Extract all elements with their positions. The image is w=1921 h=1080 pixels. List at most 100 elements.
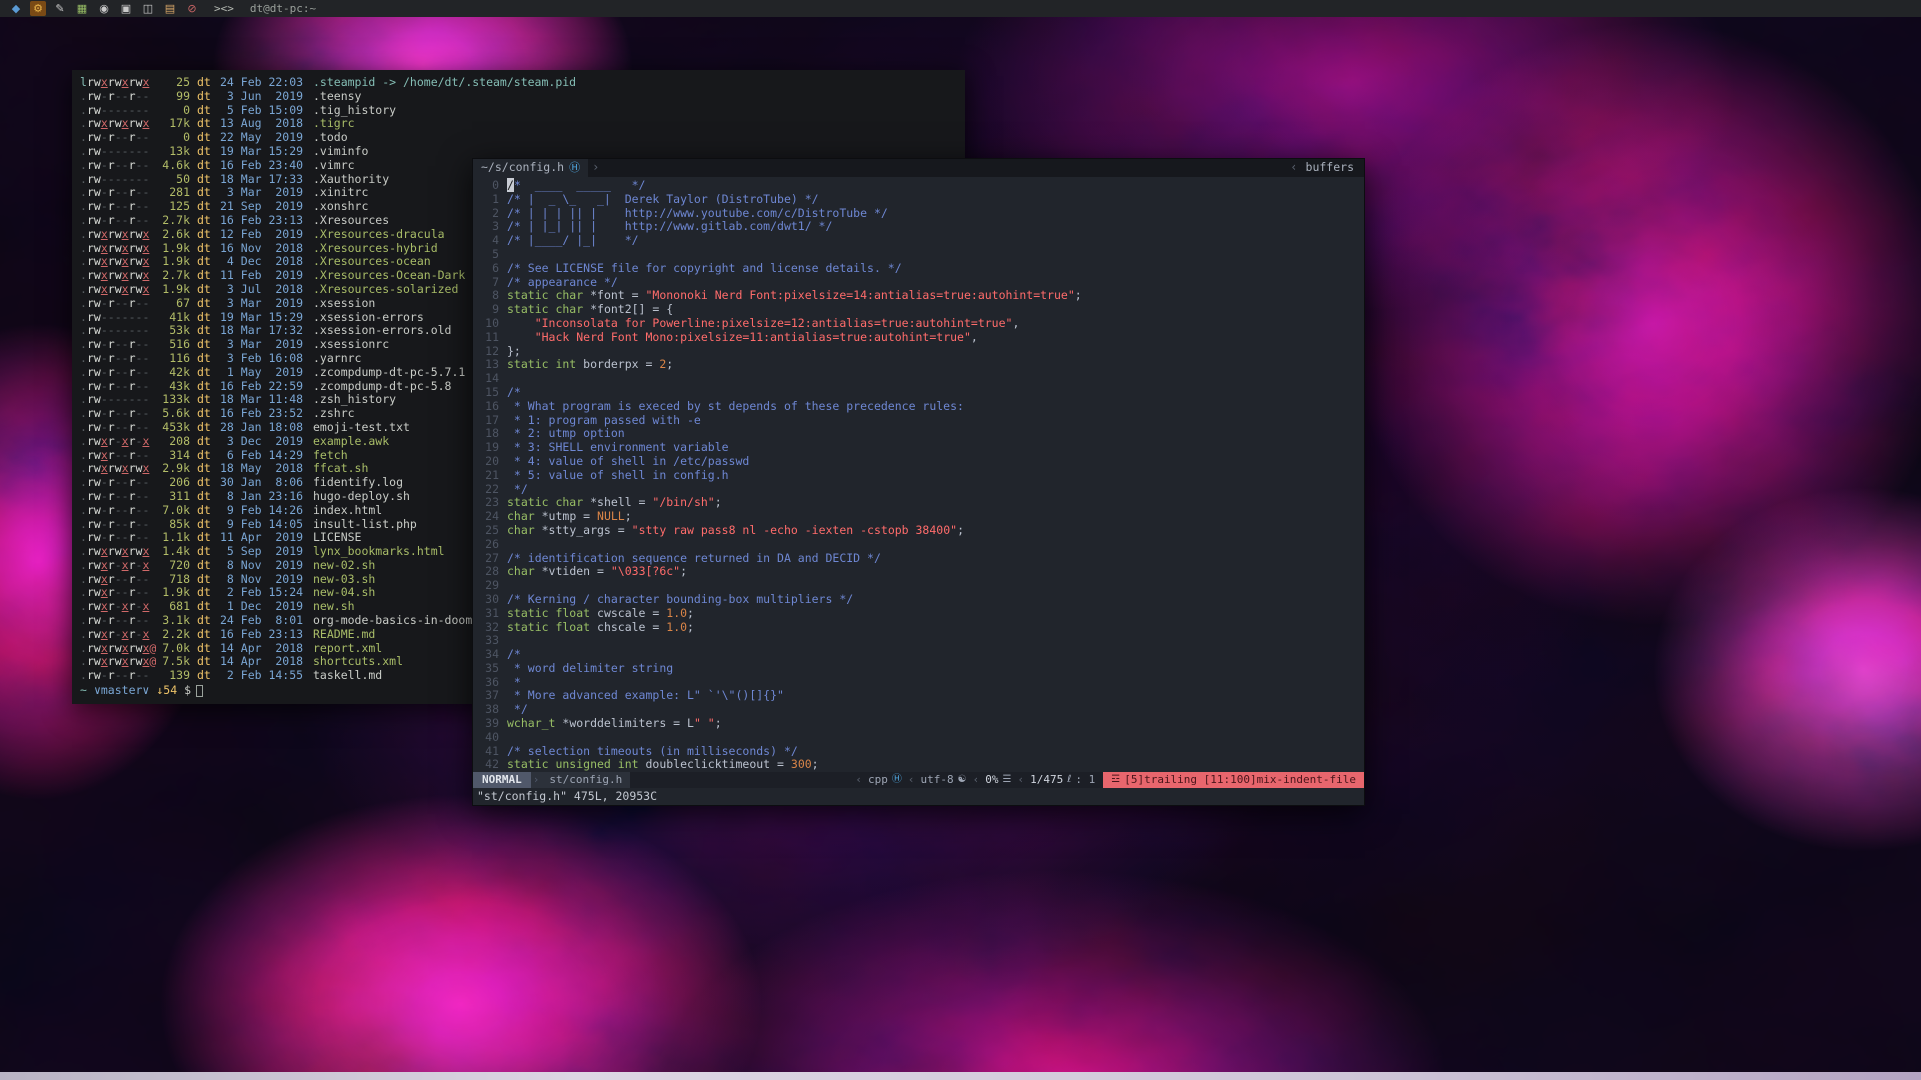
file-size: 25 [160, 76, 190, 90]
monitor-icon[interactable]: ◫ [140, 1, 156, 16]
code-text: static float cwscale = 1.0; [507, 607, 694, 621]
settings-gear-icon[interactable]: ⚙ [30, 1, 46, 16]
file-size: 453k [160, 421, 190, 435]
file-date: 3 Jun 2019 [220, 90, 305, 104]
file-size: 1.1k [160, 531, 190, 545]
file-owner: dt [197, 669, 213, 683]
file-permissions: .rwxrwxrwx [80, 283, 160, 297]
statusline-separator-icon: ‹ [1011, 773, 1030, 787]
line-number: 2 [477, 207, 499, 221]
file-size: 1.9k [160, 283, 190, 297]
code-line: 7/* appearance */ [477, 276, 1364, 290]
file-permissions: .rw-r--r-- [80, 380, 160, 394]
file-owner: dt [197, 297, 213, 311]
file-owner: dt [197, 573, 213, 587]
file-owner: dt [197, 131, 213, 145]
file-name: .xsession-errors.old [313, 324, 451, 338]
file-permissions: .rwxrwxrwx@ [80, 655, 160, 669]
statusline-separator-icon: ‹ [849, 773, 868, 787]
file-permissions: .rw-r--r-- [80, 490, 160, 504]
line-number: 12 [477, 345, 499, 359]
statusline-encoding: utf-8☯ [921, 773, 967, 787]
file-size: 53k [160, 324, 190, 338]
file-permissions: .rwxrwxrwx [80, 242, 160, 256]
code-area[interactable]: 0/* ____ _____ */1/* | _ \_ _| Derek Tay… [473, 177, 1364, 772]
file-date: 21 Sep 2019 [220, 200, 305, 214]
file-date: 11 Apr 2019 [220, 531, 305, 545]
file-size: 718 [160, 573, 190, 587]
statusline: NORMAL › st/config.h ‹ cppⒽ ‹ utf-8☯ ‹ 0… [473, 772, 1364, 788]
file-permissions: .rwxrwxrwx [80, 228, 160, 242]
file-owner: dt [197, 545, 213, 559]
line-number: 32 [477, 621, 499, 635]
code-line: 28char *vtiden = "\033[?6c"; [477, 565, 1364, 579]
file-row: .rw-r--r--0dt22 May 2019.todo [80, 131, 965, 145]
prompt-git-branch: ∨master∨ [94, 684, 149, 698]
folder-icon[interactable]: ▤ [162, 1, 178, 16]
screenshot-icon[interactable]: ▣ [118, 1, 134, 16]
file-date: 16 Feb 23:13 [220, 214, 305, 228]
fish-shell-glyph: ><> [214, 2, 234, 15]
code-text: static char *font = "Mononoki Nerd Font:… [507, 289, 1082, 303]
file-size: 133k [160, 393, 190, 407]
prompt-git-behind-count: ↓54 [156, 684, 177, 698]
top-panel: ◆ ⚙ ✎ ▦ ◉ ▣ ◫ ▤ ⊘ ><> dt@dt-pc:~ [0, 0, 1921, 17]
topbar-icons: ◆ ⚙ ✎ ▦ ◉ ▣ ◫ ▤ ⊘ [8, 1, 200, 16]
file-owner: dt [197, 338, 213, 352]
file-size: 2.2k [160, 628, 190, 642]
code-line: 27/* identification sequence returned in… [477, 552, 1364, 566]
file-permissions: .rw------- [80, 324, 160, 338]
code-line: 1/* | _ \_ _| Derek Taylor (DistroTube) … [477, 193, 1364, 207]
focused-window-title: dt@dt-pc:~ [250, 2, 316, 15]
code-text: static char *font2[] = { [507, 303, 673, 317]
code-text: * word delimiter string [507, 662, 673, 676]
line-number: 19 [477, 441, 499, 455]
line-number-icon: ℓ [1067, 773, 1071, 787]
code-line: 30/* Kerning / character bounding-box mu… [477, 593, 1364, 607]
line-number: 23 [477, 496, 499, 510]
mode-separator-icon: › [531, 772, 542, 788]
statusline-separator-icon: ‹ [902, 773, 921, 787]
code-line: 26 [477, 538, 1364, 552]
code-line: 35 * word delimiter string [477, 662, 1364, 676]
file-date: 30 Jan 8:06 [220, 476, 305, 490]
scroll-icon: ☰ [1003, 773, 1012, 787]
wallpaper-bottom-band [0, 1072, 1921, 1080]
file-name: taskell.md [313, 669, 382, 683]
file-date: 16 Feb 22:59 [220, 380, 305, 394]
file-date: 18 Mar 11:48 [220, 393, 305, 407]
line-number: 11 [477, 331, 499, 345]
file-owner: dt [197, 366, 213, 380]
file-name: .Xresources [313, 214, 389, 228]
image-grid-icon[interactable]: ▦ [74, 1, 90, 16]
line-number: 39 [477, 717, 499, 731]
file-date: 18 Mar 17:33 [220, 173, 305, 187]
record-dot-icon[interactable]: ◉ [96, 1, 112, 16]
file-name: .Xresources-Ocean-Dark [313, 269, 465, 283]
line-number: 37 [477, 689, 499, 703]
file-permissions: .rw-r--r-- [80, 200, 160, 214]
file-size: 43k [160, 380, 190, 394]
app-diamond-icon[interactable]: ◆ [8, 1, 24, 16]
file-owner: dt [197, 104, 213, 118]
file-size: 281 [160, 186, 190, 200]
file-name: .viminfo [313, 145, 368, 159]
code-text: static int borderpx = 2; [507, 358, 673, 372]
file-size: 1.9k [160, 242, 190, 256]
file-size: 116 [160, 352, 190, 366]
code-text: */ [507, 483, 528, 497]
editor-window[interactable]: ~/s/config.h Ⓗ › ‹ buffers 0/* ____ ____… [472, 158, 1365, 806]
code-line: 25char *stty_args = "stty raw pass8 nl -… [477, 524, 1364, 538]
file-permissions: .rw-r--r-- [80, 407, 160, 421]
file-owner: dt [197, 117, 213, 131]
file-owner: dt [197, 214, 213, 228]
file-name: index.html [313, 504, 382, 518]
file-name: shortcuts.xml [313, 655, 403, 669]
buffers-label[interactable]: buffers [1306, 161, 1354, 175]
file-date: 3 Dec 2019 [220, 435, 305, 449]
tab-config-h[interactable]: ~/s/config.h Ⓗ [473, 159, 588, 177]
edit-pencil-icon[interactable]: ✎ [52, 1, 68, 16]
disabled-circle-icon[interactable]: ⊘ [184, 1, 200, 16]
file-size: 42k [160, 366, 190, 380]
file-name: report.xml [313, 642, 382, 656]
